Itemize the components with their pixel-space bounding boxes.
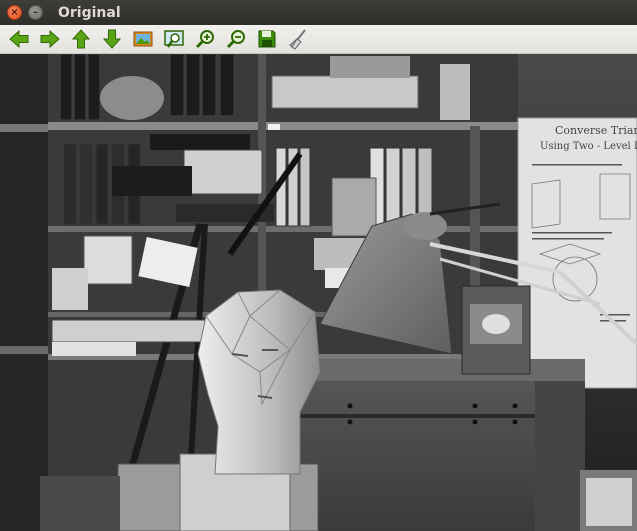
pan-left-button[interactable] (6, 26, 32, 52)
image-viewer-window: × – Original Converse Trian Using Two - … (0, 0, 637, 531)
poster-subheading: Using Two - Level D (540, 141, 637, 152)
arrow-right-icon (40, 29, 60, 49)
broom-icon (289, 29, 306, 50)
save-button[interactable] (254, 26, 280, 52)
title-bar: × – Original (0, 0, 637, 25)
poster: Converse Triang Using Two - Level D (517, 117, 637, 389)
zoom-region-icon (164, 30, 184, 48)
grayscale-scene-image: Converse Triang Using Two - Level D (0, 54, 637, 531)
arrow-left-icon (9, 29, 29, 49)
pan-right-button[interactable] (37, 26, 63, 52)
zoom-region-button[interactable] (161, 26, 187, 52)
pan-up-button[interactable] (68, 26, 94, 52)
clear-button[interactable] (285, 26, 311, 52)
zoom-out-icon (226, 30, 245, 49)
pan-down-button[interactable] (99, 26, 125, 52)
window-title: Original (58, 4, 121, 21)
minimize-window-button[interactable]: – (28, 5, 43, 20)
arrow-down-icon (102, 29, 122, 49)
image-canvas[interactable]: Converse Triang Using Two - Level D (0, 54, 637, 531)
fit-image-button[interactable] (130, 26, 156, 52)
close-window-button[interactable]: × (7, 5, 22, 20)
zoom-out-button[interactable] (223, 26, 249, 52)
picture-icon (133, 31, 153, 47)
zoom-in-button[interactable] (192, 26, 218, 52)
save-icon (258, 30, 276, 48)
toolbar (0, 25, 637, 54)
poster-heading: Converse Triang (555, 124, 637, 137)
arrow-up-icon (71, 29, 91, 49)
zoom-in-icon (195, 30, 214, 49)
